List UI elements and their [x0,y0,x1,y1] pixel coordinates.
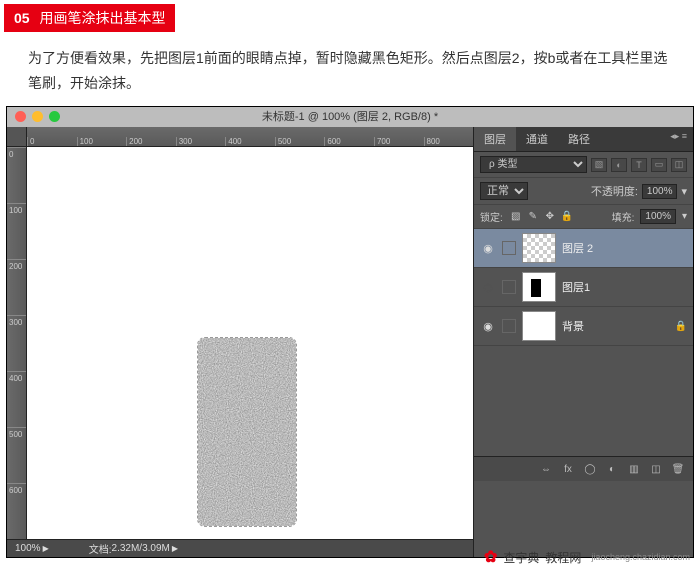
blend-row: 正常 不透明度: 100% ▾ [474,178,693,205]
mask-icon[interactable]: ◯ [581,461,599,477]
filter-type-select[interactable]: ρ 类型 [480,156,587,173]
layer-item[interactable]: ◉ 图层1 [474,268,693,307]
doc-size: 2.32M/3.09M [112,543,170,554]
zoom-level[interactable]: 100% [15,543,41,554]
filter-adjust-icon[interactable]: ◐ [611,158,627,172]
mac-traffic-lights [15,111,60,122]
tab-layers[interactable]: 图层 [474,127,516,151]
panel-menu-icon[interactable]: ◂▸ ≡ [664,127,693,151]
lock-brush-icon[interactable]: ✎ [526,210,540,224]
filter-text-icon[interactable]: T [631,158,647,172]
ruler-tick: 100 [7,203,26,259]
brushed-shape [197,337,297,527]
watermark: ✿ 查字典 教程网 jiaocheng.chazidian.com [484,547,690,567]
layer-item[interactable]: ◉ 背景 🔒 [474,307,693,346]
document-titlebar: 未标题-1 @ 100% (图层 2, RGB/8) * [7,107,693,127]
layers-list: ◉ 图层 2 ◉ 图层1 ◉ 背景 🔒 [474,229,693,346]
tab-paths[interactable]: 路径 [558,127,600,151]
adjustment-icon[interactable]: ◐ [603,461,621,477]
filter-pixel-icon[interactable]: ▧ [591,158,607,172]
watermark-logo-icon: ✿ [484,547,497,567]
doc-arrow-icon[interactable]: ▶ [172,544,178,553]
ruler-tick: 0 [7,147,26,203]
group-icon[interactable]: ▥ [625,461,643,477]
ruler-tick: 0 [27,137,77,146]
lock-label: 锁定: [480,209,503,224]
link-column[interactable] [502,280,516,294]
lock-move-icon[interactable]: ✥ [543,210,557,224]
photoshop-body: 0 100 200 300 400 500 600 700 800 0 100 … [7,127,693,557]
ruler-horizontal[interactable]: 0 100 200 300 400 500 600 700 800 [27,127,473,147]
tab-channels[interactable]: 通道 [516,127,558,151]
layer-name[interactable]: 图层1 [562,279,687,295]
link-column[interactable] [502,319,516,333]
lock-all-icon[interactable]: 🔒 [560,210,574,224]
watermark-suffix: 教程网 [545,549,581,566]
delete-icon[interactable]: 🗑 [669,461,687,477]
layer-item[interactable]: ◉ 图层 2 [474,229,693,268]
filter-row: ρ 类型 ▧ ◐ T ▭ ◫ [474,152,693,178]
zoom-arrow-icon[interactable]: ▶ [43,544,49,553]
visibility-toggle[interactable]: ◉ [480,281,496,294]
filter-smart-icon[interactable]: ◫ [671,158,687,172]
blend-mode-select[interactable]: 正常 [480,182,528,200]
status-bar: 100% ▶ 文档: 2.32M/3.09M ▶ [7,539,473,557]
visibility-toggle[interactable]: ◉ [480,242,496,255]
watermark-url: jiaocheng.chazidian.com [591,552,690,562]
lock-icons: ▧ ✎ ✥ 🔒 [509,210,574,224]
layer-name[interactable]: 图层 2 [562,240,687,256]
ruler-tick: 800 [424,137,474,146]
link-column[interactable] [502,241,516,255]
opacity-label: 不透明度: [591,183,638,199]
visibility-toggle[interactable]: ◉ [480,320,496,333]
canvas[interactable] [27,147,473,539]
minimize-button[interactable] [32,111,43,122]
opacity-value[interactable]: 100% [642,184,678,199]
panel-bottom-bar: ⇔ fx ◯ ◐ ▥ ◫ 🗑 [474,456,693,481]
ruler-tick: 500 [275,137,325,146]
layer-name[interactable]: 背景 [562,318,669,334]
ruler-tick: 400 [225,137,275,146]
ruler-tick: 200 [126,137,176,146]
ruler-tick: 300 [7,315,26,371]
step-header: 05 用画笔涂抹出基本型 [4,4,175,32]
ruler-tick: 300 [176,137,226,146]
fill-arrow-icon[interactable]: ▾ [682,211,687,222]
ruler-corner [7,127,27,147]
fill-label: 填充: [612,209,635,224]
ruler-tick: 700 [374,137,424,146]
doc-label: 文档: [89,541,112,556]
link-layers-icon[interactable]: ⇔ [537,461,555,477]
fill-value[interactable]: 100% [640,209,676,224]
watermark-brand: 查字典 [503,549,539,566]
ruler-tick: 600 [7,483,26,539]
ruler-tick: 200 [7,259,26,315]
step-number: 05 [14,10,30,26]
lock-row: 锁定: ▧ ✎ ✥ 🔒 填充: 100% ▾ [474,205,693,229]
filter-shape-icon[interactable]: ▭ [651,158,667,172]
panel-tabs: 图层 通道 路径 ◂▸ ≡ [474,127,693,152]
ruler-tick: 400 [7,371,26,427]
ruler-tick: 600 [324,137,374,146]
new-layer-icon[interactable]: ◫ [647,461,665,477]
maximize-button[interactable] [49,111,60,122]
ruler-vertical[interactable]: 0 100 200 300 400 500 600 [7,147,27,539]
layer-thumbnail[interactable] [522,311,556,341]
layers-panel: 图层 通道 路径 ◂▸ ≡ ρ 类型 ▧ ◐ T ▭ ◫ 正常 不透明度: [473,127,693,557]
ruler-tick: 100 [77,137,127,146]
lock-icon: 🔒 [675,321,687,332]
photoshop-window: 未标题-1 @ 100% (图层 2, RGB/8) * 0 100 200 3… [6,106,694,558]
ruler-tick: 500 [7,427,26,483]
layer-thumbnail[interactable] [522,233,556,263]
lock-transparent-icon[interactable]: ▧ [509,210,523,224]
fx-icon[interactable]: fx [559,461,577,477]
opacity-arrow-icon[interactable]: ▾ [681,185,687,198]
instruction-text: 为了方便看效果，先把图层1前面的眼睛点掉，暂时隐藏黑色矩形。然后点图层2，按b或… [28,46,672,96]
close-button[interactable] [15,111,26,122]
step-title: 用画笔涂抹出基本型 [39,10,165,26]
layer-thumbnail[interactable] [522,272,556,302]
canvas-area: 0 100 200 300 400 500 600 700 800 0 100 … [7,127,473,557]
